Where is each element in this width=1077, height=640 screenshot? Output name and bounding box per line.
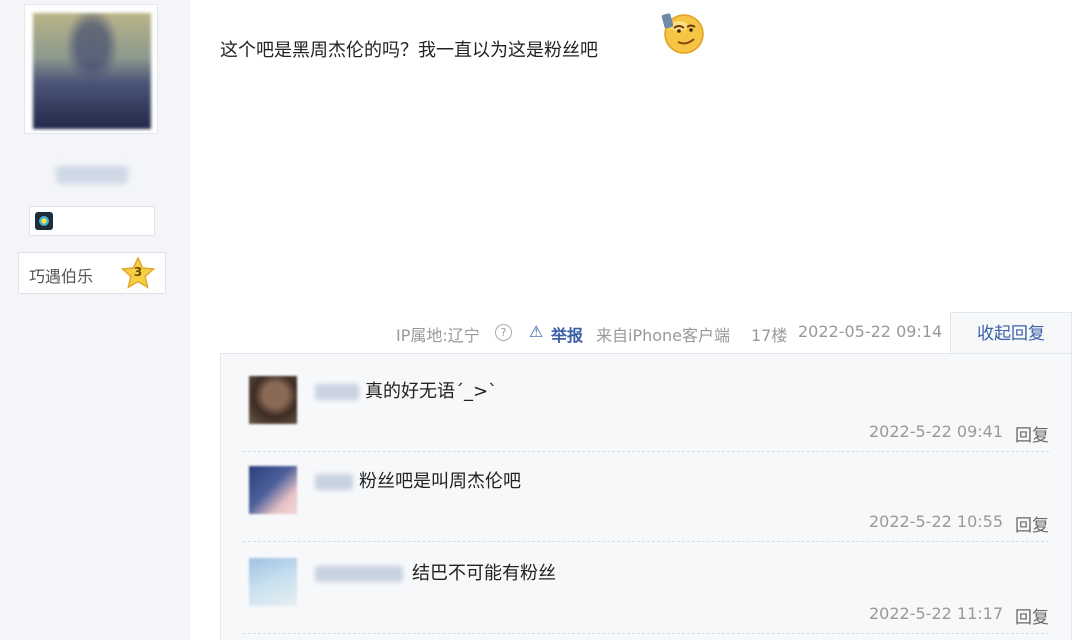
smug-face-emoji-icon (660, 10, 706, 54)
report-link[interactable]: 举报 (551, 322, 583, 346)
badge-icon (35, 212, 53, 230)
reply-avatar[interactable] (249, 558, 297, 606)
reply-list: 真的好无语ˊ_>ˋ 2022-5-22 09:41 回复 粉丝吧是叫周杰伦吧 2… (220, 353, 1072, 640)
reply-divider (243, 633, 1049, 634)
collapse-replies-button[interactable]: 收起回复 (950, 312, 1072, 354)
reply-time: 2022-5-22 11:17 (869, 604, 1003, 623)
reply-text: 粉丝吧是叫周杰伦吧 (359, 471, 521, 492)
author-avatar[interactable] (24, 4, 158, 134)
reply-text: 结巴不可能有粉丝 (412, 563, 556, 584)
author-panel: 巧遇伯乐 3 (0, 0, 190, 640)
reply-divider (243, 541, 1049, 542)
reply-item: 真的好无语ˊ_>ˋ 2022-5-22 09:41 回复 (243, 376, 1049, 468)
warning-icon: ⚠ (529, 322, 544, 341)
member-badge[interactable] (29, 206, 155, 236)
reply-username-blurred[interactable] (315, 474, 353, 490)
author-avatar-image (33, 13, 151, 129)
reply-username-blurred[interactable] (315, 384, 359, 400)
ip-location: IP属地:辽宁 (396, 326, 480, 345)
level-title: 巧遇伯乐 (29, 267, 94, 286)
client-source: 来自iPhone客户端 (596, 326, 731, 345)
reply-username-blurred[interactable] (315, 566, 403, 582)
reply-avatar[interactable] (249, 376, 297, 424)
reply-time: 2022-5-22 09:41 (869, 422, 1003, 441)
reply-item: 结巴不可能有粉丝 2022-5-22 11:17 回复 (243, 558, 1049, 640)
post-content: 这个吧是黑周杰伦的吗？我一直以为这是粉丝吧 (220, 40, 598, 61)
post-floor: 巧遇伯乐 3 这个吧是黑周杰伦的吗？我一直以为这是粉丝吧 IP属地:辽宁 ? ⚠ (0, 0, 1077, 640)
level-number: 3 (133, 265, 143, 279)
floor-number: 17楼 (751, 326, 788, 345)
level-star-icon: 3 (120, 256, 156, 290)
reply-button[interactable]: 回复 (1015, 511, 1049, 536)
user-level-box[interactable]: 巧遇伯乐 3 (18, 252, 166, 294)
reply-button[interactable]: 回复 (1015, 603, 1049, 628)
reply-time: 2022-5-22 10:55 (869, 512, 1003, 531)
author-username-blurred[interactable] (56, 166, 128, 184)
reply-divider (243, 451, 1049, 452)
reply-avatar[interactable] (249, 466, 297, 514)
reply-text: 真的好无语ˊ_>ˋ (365, 381, 498, 402)
post-datetime: 2022-05-22 09:14 (798, 322, 943, 341)
reply-item: 粉丝吧是叫周杰伦吧 2022-5-22 10:55 回复 (243, 466, 1049, 558)
help-icon[interactable]: ? (495, 324, 512, 341)
reply-button[interactable]: 回复 (1015, 421, 1049, 446)
